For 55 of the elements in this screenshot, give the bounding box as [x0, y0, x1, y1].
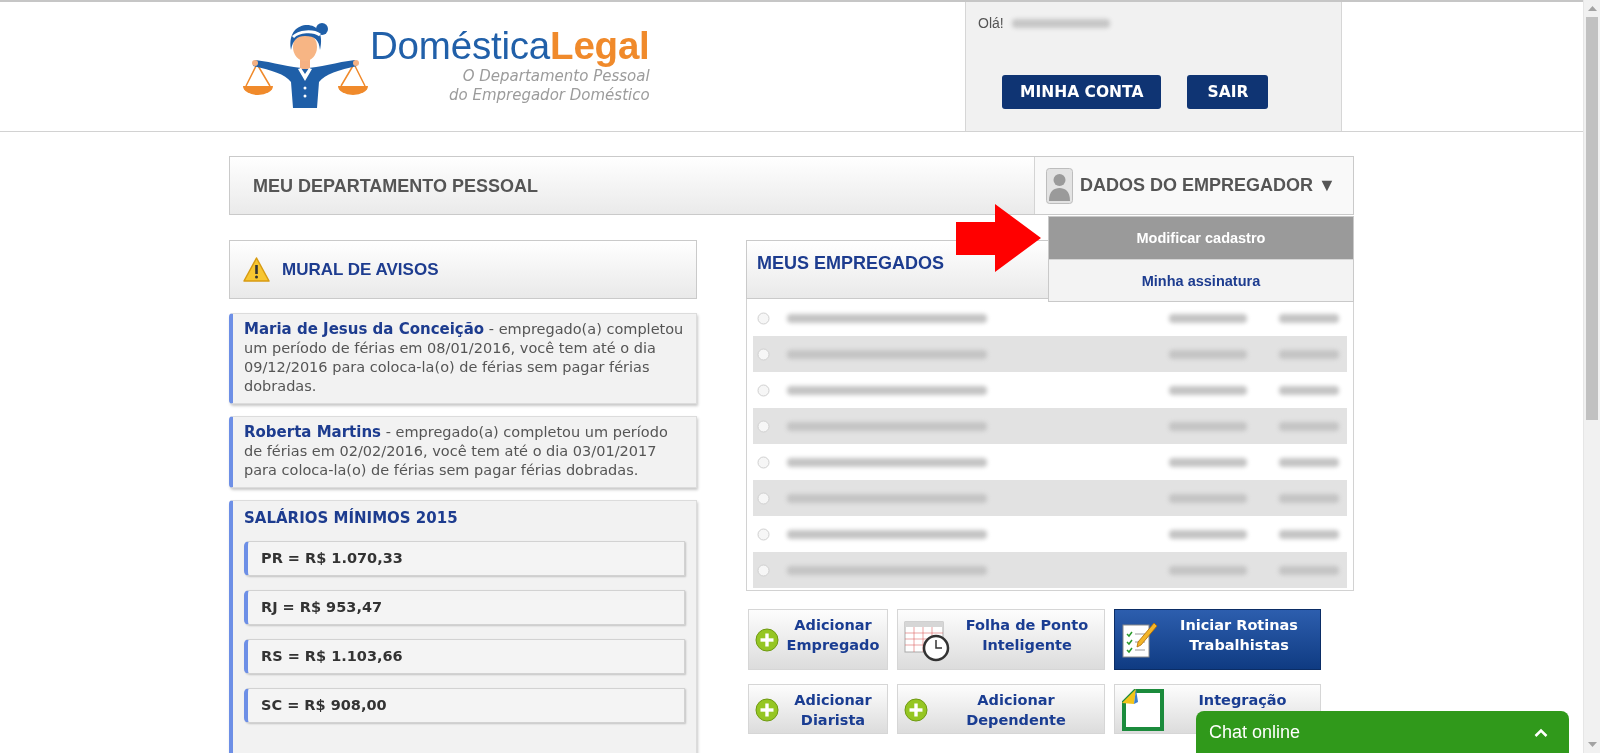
greeting-text: Olá!: [978, 14, 1004, 32]
wage-item: PR = R$ 1.070,33: [244, 541, 685, 576]
scroll-down-icon[interactable]: [1587, 742, 1597, 747]
add-button[interactable]: Adicionar Dependente: [897, 684, 1105, 734]
blurred-text: [1279, 565, 1339, 575]
notice-message: Roberta Martins - empregado(a) completou um período de férias em 02/02/2016, você tem até o dia 03/01/2017 para coloca-la(o) de férias sem pagar férias dobradas.: [229, 416, 697, 488]
table-row[interactable]: [753, 408, 1347, 444]
blurred-text: [1279, 493, 1339, 503]
logo-tagline: O Departamento Pessoal do Empregador Doméstico: [448, 67, 650, 105]
add-button[interactable]: Adicionar Diarista: [748, 684, 888, 734]
section-title: MURAL DE AVISOS: [282, 259, 439, 280]
scrollbar[interactable]: [1583, 0, 1600, 753]
circle-icon: [757, 527, 770, 541]
blurred-text: [1279, 385, 1339, 395]
section-title: SALÁRIOS MÍNIMOS 2015: [244, 508, 458, 528]
chat-button[interactable]: Chat online: [1196, 711, 1569, 753]
blurred-text: [1279, 313, 1339, 323]
plus-circle-icon: [755, 697, 779, 722]
wage-item: RJ = R$ 953,47: [244, 590, 685, 625]
page-title: MEU DEPARTAMENTO PESSOAL: [253, 174, 539, 197]
logout-button[interactable]: SAIR: [1187, 75, 1269, 109]
wage-item: RS = R$ 1.103,66: [244, 639, 685, 674]
circle-icon: [757, 455, 770, 469]
routines-button[interactable]: Iniciar Rotinas Trabalhistas: [1114, 609, 1321, 670]
blurred-text: [1279, 457, 1339, 467]
blurred-text: [1279, 529, 1339, 539]
timesheet-button[interactable]: Folha de Ponto Inteligente: [897, 609, 1105, 670]
section-title: MEUS EMPREGADOS: [757, 253, 945, 273]
warning-icon: [243, 257, 270, 282]
chevron-up-icon: [1534, 727, 1548, 737]
calendar-clock-icon: [904, 618, 950, 662]
account-button[interactable]: MINHA CONTA: [1002, 75, 1162, 109]
checklist-pencil-icon: [1121, 621, 1158, 659]
plus-circle-icon: [755, 628, 779, 652]
plus-circle-icon: [904, 697, 928, 722]
add-button[interactable]: Adicionar Empregado: [748, 609, 888, 670]
circle-icon: [757, 563, 770, 577]
blurred-text: [1279, 421, 1339, 431]
notice-message: Maria de Jesus da Conceição - empregado(a) completou um período de férias em 08/01/2016, você tem até o dia 09/12/2016 para coloca-la(o) de férias sem pagar férias dobradas.: [229, 313, 697, 404]
arrow-icon: [956, 204, 1041, 272]
circle-icon: [757, 383, 770, 397]
person-icon: [1046, 167, 1073, 204]
circle-icon: [757, 419, 770, 433]
circle-icon: [757, 347, 770, 361]
table-row[interactable]: [753, 552, 1347, 588]
circle-icon: [757, 491, 770, 505]
employer-menu-button[interactable]: DADOS DO EMPREGADOR ▼: [1035, 157, 1353, 214]
circle-icon: [757, 311, 770, 325]
table-row[interactable]: [753, 480, 1347, 516]
document-icon: [1121, 687, 1165, 732]
blurred-text: [1279, 349, 1339, 359]
scroll-up-icon[interactable]: [1587, 6, 1597, 11]
table-row[interactable]: [753, 336, 1347, 372]
wage-item: SC = R$ 908,00: [244, 688, 685, 723]
scrollbar-thumb[interactable]: [1586, 17, 1598, 420]
